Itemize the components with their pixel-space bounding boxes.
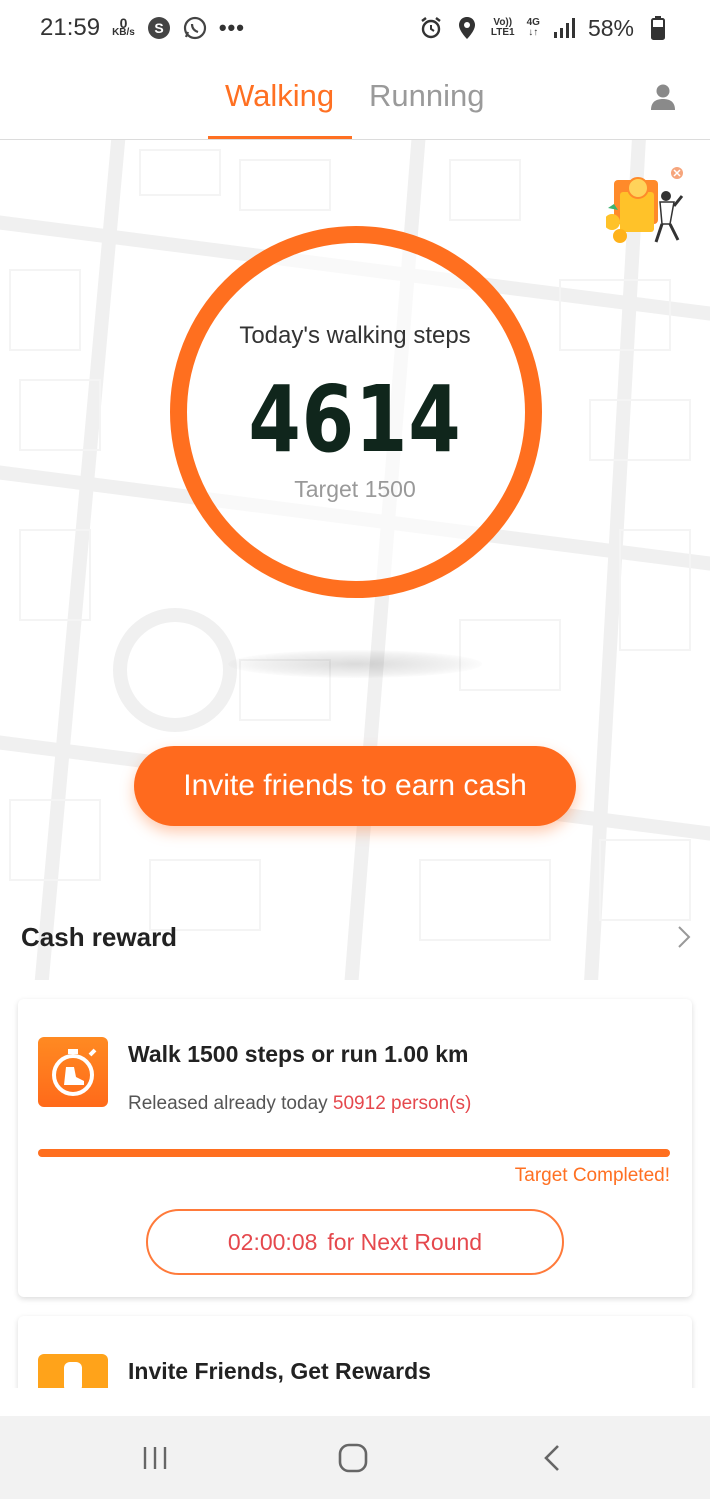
status-left: 21:59 0 KB/s S ••• <box>40 14 245 42</box>
released-count: 50912 person(s) <box>332 1093 472 1114</box>
next-round-timer-button[interactable]: 02:00:08 for Next Round <box>146 1209 564 1275</box>
whatsapp-icon <box>183 16 207 40</box>
steps-label: Today's walking steps <box>239 322 471 349</box>
chevron-right-icon[interactable] <box>674 924 694 950</box>
active-tab-indicator <box>208 136 352 139</box>
countdown-timer: 02:00:08 <box>227 1228 318 1255</box>
alarm-icon <box>419 16 443 40</box>
steps-count: 4614 <box>248 366 462 473</box>
tab-walking[interactable]: Walking <box>225 78 334 114</box>
volte-bottom: LTE1 <box>490 27 515 38</box>
recent-apps-icon[interactable] <box>139 1442 171 1474</box>
stopwatch-shoe-icon <box>38 1037 108 1107</box>
volte-indicator: Vo)) LTE1 <box>491 18 515 38</box>
content-bottom-edge <box>0 1388 710 1418</box>
more-notifications: ••• <box>218 15 245 40</box>
cash-reward-title: Cash reward <box>21 922 178 952</box>
task-title: Walk 1500 steps or run 1.00 km <box>128 1041 469 1067</box>
target-completed-status: Target Completed! <box>514 1165 670 1186</box>
network-type-label: 4G <box>526 17 540 28</box>
task-progress-bar <box>38 1149 670 1157</box>
status-right: Vo)) LTE1 4G ↓↑ 58% <box>419 15 670 42</box>
signal-icon <box>552 16 576 40</box>
invite-reward-icon <box>38 1354 108 1388</box>
reward-gift-icon[interactable] <box>604 166 686 248</box>
task-released-info: Released already today 50912 person(s) <box>128 1093 471 1115</box>
task-progress-fill <box>38 1149 670 1157</box>
battery-icon <box>646 16 670 40</box>
network-type: 4G ↓↑ <box>526 17 540 38</box>
tab-bar: Walking Running <box>0 56 710 140</box>
person-icon[interactable] <box>648 82 678 112</box>
battery-percentage: 58% <box>587 14 634 41</box>
back-icon[interactable] <box>537 1442 569 1474</box>
ring-shadow <box>228 650 482 678</box>
system-navigation-bar <box>0 1416 710 1499</box>
released-prefix: Released already today <box>128 1093 328 1114</box>
network-speed: 0 KB/s <box>112 16 135 38</box>
home-icon[interactable] <box>337 1442 369 1474</box>
countdown-suffix: for Next Round <box>327 1228 483 1255</box>
network-speed-unit: KB/s <box>112 27 135 38</box>
status-time: 21:59 <box>40 14 101 41</box>
steps-target: Target 1500 <box>294 476 416 502</box>
tab-running[interactable]: Running <box>369 78 484 114</box>
invite-card-title: Invite Friends, Get Rewards <box>128 1358 431 1384</box>
invite-friends-button[interactable]: Invite friends to earn cash <box>134 746 576 826</box>
svg-text:S: S <box>154 20 163 36</box>
reward-card-walk: Walk 1500 steps or run 1.00 km Released … <box>18 999 692 1297</box>
s-circle-icon: S <box>147 16 171 40</box>
location-icon <box>455 16 479 40</box>
status-bar: 21:59 0 KB/s S ••• Vo)) LTE1 4G ↓↑ 58% <box>0 0 710 56</box>
